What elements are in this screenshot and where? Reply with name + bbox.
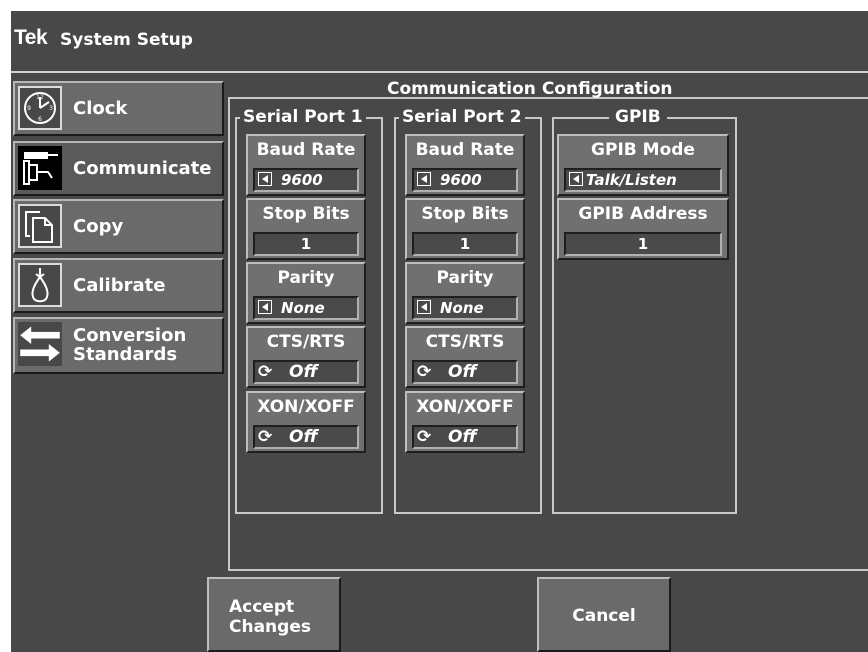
sidebar-item-label: Communicate: [73, 158, 212, 179]
field-label: Baud Rate: [256, 140, 356, 160]
field-label: GPIB Mode: [591, 140, 695, 160]
field-label: CTS/RTS: [425, 332, 505, 352]
gpib-title: GPIB: [609, 107, 667, 127]
field-label: Stop Bits: [421, 204, 509, 224]
sidebar-item-label: Calibrate: [73, 275, 166, 296]
serial1-stop-bits[interactable]: Stop Bits 1: [246, 198, 366, 260]
field-label: GPIB Address: [578, 204, 708, 224]
value-text: 1: [300, 235, 312, 253]
svg-text:12: 12: [36, 94, 44, 101]
system-setup-screen: Tek System Setup 12 3 6 9 Clock Communic…: [11, 11, 868, 652]
parity-value[interactable]: None: [412, 296, 518, 320]
xon-xoff-value[interactable]: ⟳ Off: [412, 425, 518, 449]
value-text: None: [440, 299, 484, 317]
serial2-cts-rts[interactable]: CTS/RTS ⟳ Off: [405, 326, 525, 388]
value-text: 9600: [281, 171, 323, 189]
field-label: XON/XOFF: [416, 397, 514, 417]
sidebar-item-calibrate[interactable]: Calibrate: [13, 258, 224, 313]
cancel-label: Cancel: [572, 606, 636, 626]
serial2-xon-xoff[interactable]: XON/XOFF ⟳ Off: [405, 391, 525, 453]
cts-rts-value[interactable]: ⟳ Off: [253, 360, 359, 384]
conversion-arrows-icon: [18, 322, 62, 366]
sidebar-item-label: Copy: [73, 216, 124, 237]
serial-port-1-title: Serial Port 1: [240, 107, 366, 127]
stop-bits-value[interactable]: 1: [253, 232, 359, 256]
value-text: Off: [448, 362, 477, 382]
sidebar-item-label: Clock: [73, 98, 128, 119]
gpib-address-value[interactable]: 1: [564, 232, 722, 256]
accept-label: Accept Changes: [229, 597, 311, 637]
cts-rts-value[interactable]: ⟳ Off: [412, 360, 518, 384]
sidebar-item-label-line2: Standards: [73, 343, 178, 365]
serial2-parity[interactable]: Parity None: [405, 262, 525, 324]
sidebar-item-label-line1: Conversion: [73, 324, 187, 346]
gpib-mode[interactable]: GPIB Mode Talk/Listen: [557, 134, 729, 196]
parity-value[interactable]: None: [253, 296, 359, 320]
serial2-stop-bits[interactable]: Stop Bits 1: [405, 198, 525, 260]
left-arrow-icon: [569, 172, 583, 186]
accept-label-line2: Changes: [229, 617, 311, 637]
window-title: System Setup: [60, 30, 193, 50]
value-text: Talk/Listen: [586, 171, 677, 189]
clock-icon: 12 3 6 9: [18, 86, 62, 130]
value-text: 1: [637, 235, 649, 253]
sidebar-item-communicate[interactable]: Communicate: [13, 141, 224, 196]
left-arrow-icon: [417, 300, 431, 314]
cycle-icon: ⟳: [417, 362, 432, 382]
cycle-icon: ⟳: [258, 362, 273, 382]
title-divider: [11, 71, 868, 73]
svg-text:6: 6: [38, 116, 42, 123]
baud-rate-value[interactable]: 9600: [253, 168, 359, 192]
xon-xoff-value[interactable]: ⟳ Off: [253, 425, 359, 449]
connector-icon: [18, 146, 62, 190]
sidebar-item-copy[interactable]: Copy: [13, 199, 224, 254]
serial1-cts-rts[interactable]: CTS/RTS ⟳ Off: [246, 326, 366, 388]
sidebar-item-clock[interactable]: 12 3 6 9 Clock: [13, 81, 224, 136]
accept-changes-button[interactable]: Accept Changes: [207, 577, 341, 652]
panel-title: Communication Configuration: [387, 79, 673, 99]
serial1-xon-xoff[interactable]: XON/XOFF ⟳ Off: [246, 391, 366, 453]
title-bar: Tek System Setup: [11, 11, 868, 69]
left-arrow-icon: [258, 300, 272, 314]
left-arrow-icon: [417, 172, 431, 186]
svg-text:9: 9: [27, 105, 31, 112]
gpib-mode-value[interactable]: Talk/Listen: [564, 168, 722, 192]
left-arrow-icon: [258, 172, 272, 186]
value-text: Off: [289, 427, 318, 447]
field-label: Parity: [277, 268, 335, 288]
value-text: Off: [289, 362, 318, 382]
svg-text:3: 3: [49, 105, 53, 112]
field-label: Stop Bits: [262, 204, 350, 224]
field-label: Baud Rate: [415, 140, 515, 160]
stop-bits-value[interactable]: 1: [412, 232, 518, 256]
sidebar-item-conversion-standards[interactable]: Conversion Standards: [13, 317, 224, 374]
calibrate-probe-icon: [18, 263, 62, 307]
field-label: XON/XOFF: [257, 397, 355, 417]
value-text: 1: [459, 235, 471, 253]
value-text: 9600: [440, 171, 482, 189]
cancel-button[interactable]: Cancel: [537, 577, 671, 652]
gpib-address[interactable]: GPIB Address 1: [557, 198, 729, 260]
cycle-icon: ⟳: [417, 427, 432, 447]
cycle-icon: ⟳: [258, 427, 273, 447]
tek-logo: Tek: [14, 26, 48, 49]
sidebar-item-label: Conversion Standards: [73, 319, 186, 370]
accept-label-line1: Accept: [229, 597, 295, 617]
serial-port-2-title: Serial Port 2: [399, 107, 525, 127]
serial2-baud-rate[interactable]: Baud Rate 9600: [405, 134, 525, 196]
baud-rate-value[interactable]: 9600: [412, 168, 518, 192]
serial1-parity[interactable]: Parity None: [246, 262, 366, 324]
value-text: Off: [448, 427, 477, 447]
value-text: None: [281, 299, 325, 317]
field-label: Parity: [436, 268, 494, 288]
copy-icon: [18, 204, 62, 248]
field-label: CTS/RTS: [266, 332, 346, 352]
serial1-baud-rate[interactable]: Baud Rate 9600: [246, 134, 366, 196]
